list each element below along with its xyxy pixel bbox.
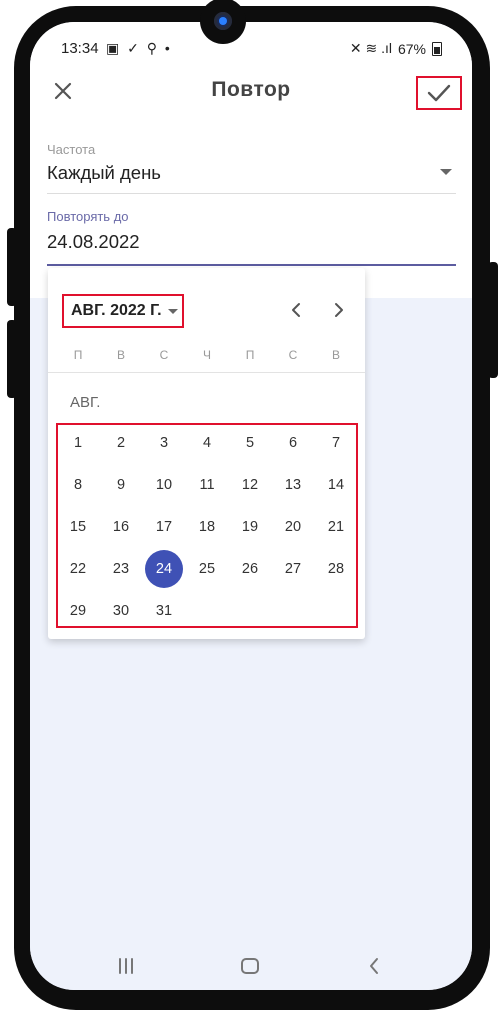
calendar-day[interactable]: 10 [145,466,183,504]
confirm-button[interactable] [416,76,462,110]
calendar-day[interactable]: 1 [59,424,97,462]
recents-button[interactable] [111,952,141,980]
calendar-day[interactable]: 16 [102,508,140,546]
recents-icon [119,958,133,974]
repeat-until-label: Повторять до [47,209,129,224]
calendar-day[interactable]: 9 [102,466,140,504]
calendar-day[interactable]: 17 [145,508,183,546]
date-picker: АВГ. 2022 Г. П В С Ч П С В АВГ. 1 2 3 4 … [48,268,365,639]
calendar-day[interactable]: 11 [188,466,226,504]
status-bar: 13:34 ▣ ✓ ⚲ • ✕ ≋ .ıl 67% [30,22,472,76]
month-heading: АВГ. [70,394,101,411]
repeat-until-underline [47,264,456,266]
calendar-day[interactable]: 18 [188,508,226,546]
battery-level: 67% [397,40,426,57]
page-title: Повтор [211,78,291,101]
calendar-day[interactable]: 25 [188,550,226,588]
status-time: 13:34 [61,40,99,57]
calendar-day[interactable]: 7 [317,424,355,462]
calendar-day[interactable]: 14 [317,466,355,504]
calendar-day[interactable]: 15 [59,508,97,546]
caret-down-icon [167,308,178,314]
phone-frame: 13:34 ▣ ✓ ⚲ • ✕ ≋ .ıl 67% Повтор Частота… [0,0,500,1016]
frequency-value: Каждый день [47,162,161,183]
calendar-day[interactable]: 13 [274,466,312,504]
camera-lens-icon [214,12,232,30]
calendar-day[interactable]: 21 [317,508,355,546]
calendar-day[interactable]: 31 [145,592,183,630]
calendar-day[interactable]: 12 [231,466,269,504]
weekday-label: С [159,348,169,362]
app-bar: Повтор [30,70,472,114]
weekday-label: В [331,348,340,362]
calendar-day[interactable]: 2 [102,424,140,462]
system-nav-bar [30,942,472,990]
month-year-selector[interactable]: АВГ. 2022 Г. [62,294,184,328]
month-year-label: АВГ. 2022 Г. [71,302,162,319]
back-button[interactable] [359,952,389,980]
signal-icons: ✕ ≋ .ıl [349,40,392,56]
calendar-day[interactable]: 22 [59,550,97,588]
weekdays-divider [48,372,365,373]
home-icon [241,958,259,974]
calendar-day-selected[interactable]: 24 [145,550,183,588]
calendar-day[interactable]: 27 [274,550,312,588]
system-icons: ✕ ≋ .ıl 67% [350,40,442,57]
check-icon [427,84,451,102]
calendar-day[interactable]: 23 [102,550,140,588]
calendar-day[interactable]: 8 [59,466,97,504]
calendar-day[interactable]: 20 [274,508,312,546]
weekday-label: Ч [203,348,211,362]
calendar-day[interactable]: 30 [102,592,140,630]
notification-icons: ▣ ✓ ⚲ • [106,40,172,56]
screen: 13:34 ▣ ✓ ⚲ • ✕ ≋ .ıl 67% Повтор Частота… [30,22,472,990]
front-camera [200,0,246,44]
dropdown-arrow-icon [440,169,452,175]
chevron-right-icon [335,303,343,317]
calendar-day[interactable]: 26 [231,550,269,588]
calendar-day[interactable]: 28 [317,550,355,588]
calendar-day[interactable]: 5 [231,424,269,462]
weekday-label: П [245,348,255,362]
battery-icon [432,41,442,56]
weekday-label: С [288,348,298,362]
frequency-label: Частота [47,142,96,157]
previous-month-button[interactable] [282,296,310,324]
frequency-select[interactable]: Частота Каждый день [30,114,472,194]
calendar-day[interactable]: 29 [59,592,97,630]
frequency-underline [47,193,456,194]
chevron-left-icon [292,303,300,317]
calendar-day[interactable]: 19 [231,508,269,546]
weekday-label: П [73,348,83,362]
calendar-day[interactable]: 6 [274,424,312,462]
repeat-until-value: 24.08.2022 [47,231,140,252]
back-icon [370,958,378,974]
weekday-label: В [116,348,125,362]
calendar-day[interactable]: 3 [145,424,183,462]
next-month-button[interactable] [325,296,353,324]
home-button[interactable] [235,952,265,980]
calendar-day[interactable]: 4 [188,424,226,462]
